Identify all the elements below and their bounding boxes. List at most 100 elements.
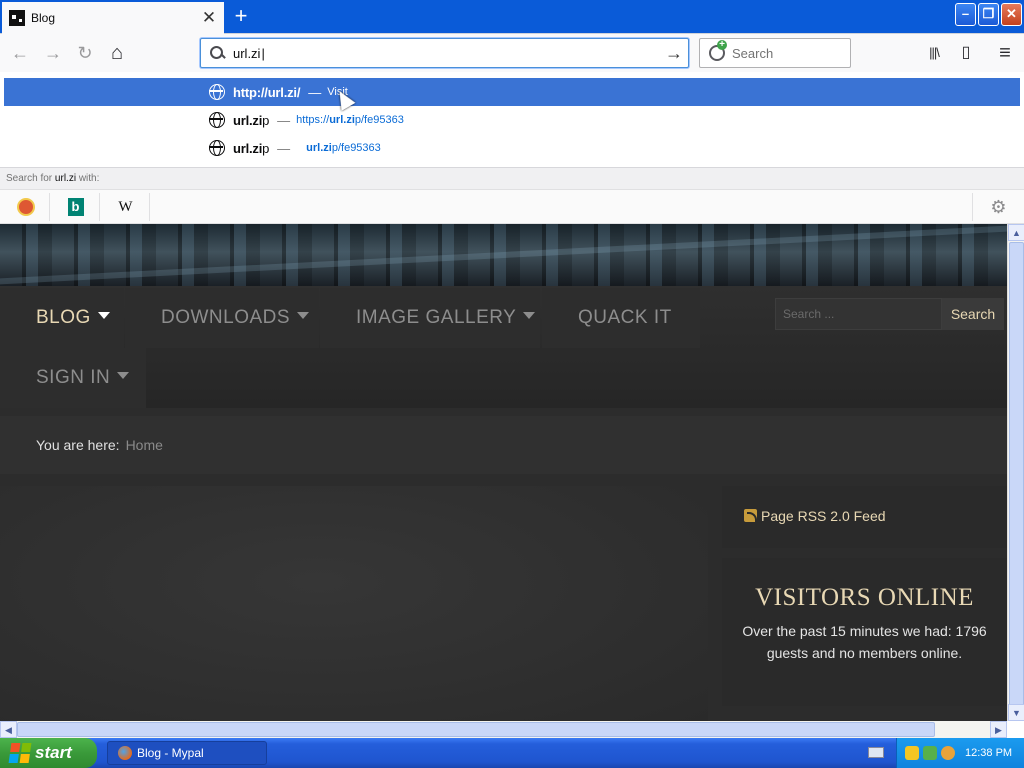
visitors-text: Over the past 15 minutes we had: 1796 gu… xyxy=(742,623,987,661)
result-separator: — xyxy=(308,84,322,100)
search-settings-icon[interactable]: ⚙ xyxy=(972,193,1024,221)
url-input[interactable]: url.zi xyxy=(233,46,660,61)
url-bar[interactable]: url.zi → xyxy=(200,38,689,68)
globe-icon xyxy=(209,140,225,156)
menu-item-label: DOWNLOADS xyxy=(161,307,291,328)
menu-item-quack-it[interactable]: QUACK IT xyxy=(542,288,700,348)
close-tab-icon[interactable]: ✕ xyxy=(198,7,220,29)
result-title-bold: url.zi xyxy=(233,112,263,128)
tab-title: Blog xyxy=(31,11,56,25)
search-tray-icon[interactable] xyxy=(941,746,955,760)
chevron-down-icon xyxy=(297,311,310,319)
scroll-left-button[interactable]: ◀ xyxy=(0,721,17,738)
go-arrow-icon[interactable]: → xyxy=(660,43,688,64)
new-tab-button[interactable]: + xyxy=(226,3,256,31)
autocomplete-popup: http://url.zi/ — Visit url.zip — https:/… xyxy=(0,72,1024,168)
bing-icon: b xyxy=(67,198,84,216)
search-for-term: url.zi xyxy=(54,173,77,184)
rss-label: Page RSS 2.0 Feed xyxy=(761,508,886,524)
menu-item-label: BLOG xyxy=(36,307,91,328)
forward-button[interactable]: → xyxy=(38,38,68,68)
minimize-button[interactable]: – xyxy=(955,3,976,26)
chevron-down-icon xyxy=(117,371,130,379)
menu-item-label: IMAGE GALLERY xyxy=(356,307,517,328)
taskbar: start Blog - Mypal 12:38 PM xyxy=(0,738,1024,768)
main-content xyxy=(0,486,708,721)
result-url-rest: p/fe95363 xyxy=(354,114,404,126)
browser-icon xyxy=(118,746,132,760)
scroll-down-button[interactable]: ▼ xyxy=(1008,704,1024,721)
sidebar-icon[interactable]: ▯ xyxy=(951,38,981,68)
reload-button[interactable]: ↻ xyxy=(70,38,100,68)
wikipedia-icon: W xyxy=(118,198,133,215)
breadcrumb-home-link[interactable]: Home xyxy=(126,437,163,453)
scroll-up-button[interactable]: ▲ xyxy=(1008,224,1024,241)
scroll-right-button[interactable]: ▶ xyxy=(990,721,1007,738)
close-window-button[interactable]: ✕ xyxy=(1001,3,1022,26)
search-for-suffix: with: xyxy=(76,173,100,184)
autocomplete-result[interactable]: url.zip — url.zi p/fe95363 xyxy=(4,134,1020,162)
menu-icon[interactable]: ≡ xyxy=(990,38,1020,68)
globe-icon xyxy=(209,84,225,100)
visitors-title: VISITORS ONLINE xyxy=(755,584,974,611)
menu-item-image-gallery[interactable]: IMAGE GALLERY xyxy=(320,288,540,348)
chevron-down-icon xyxy=(523,311,536,319)
web-page: BLOG DOWNLOADS IMAGE GALLERY QUACK IT SI… xyxy=(0,224,1007,721)
result-separator: — xyxy=(277,140,291,156)
windows-flag-icon xyxy=(8,743,32,763)
taskbar-item-browser[interactable]: Blog - Mypal xyxy=(107,741,267,765)
engine-bing[interactable]: b xyxy=(52,193,100,221)
add-search-engine-icon[interactable] xyxy=(709,40,727,61)
keyboard-icon[interactable] xyxy=(868,747,884,758)
site-banner xyxy=(0,224,1007,286)
site-search-input[interactable]: Search ... xyxy=(775,298,942,330)
search-input[interactable]: Search xyxy=(732,46,773,61)
result-title-rest: p xyxy=(262,112,270,128)
result-title-bold: http://url.zi/ xyxy=(233,84,301,100)
back-button[interactable]: ← xyxy=(5,38,35,68)
system-tray: 12:38 PM xyxy=(896,738,1024,768)
autocomplete-result[interactable]: http://url.zi/ — Visit xyxy=(4,78,1020,106)
menu-item-sign-in[interactable]: SIGN IN xyxy=(0,348,146,408)
network-icon[interactable] xyxy=(923,746,937,760)
taskbar-item-label: Blog - Mypal xyxy=(137,746,204,760)
result-url-rest: p/fe95363 xyxy=(331,142,381,154)
menu-item-label: SIGN IN xyxy=(36,367,111,388)
site-nav-menu: BLOG DOWNLOADS IMAGE GALLERY QUACK IT SI… xyxy=(0,286,1007,408)
result-title-bold: url.zi xyxy=(233,140,263,156)
engine-duckduckgo[interactable] xyxy=(2,193,50,221)
search-for-label: Search for url.zi with: xyxy=(0,168,1024,190)
result-url: https://url.zip/fe95363 xyxy=(296,114,404,126)
breadcrumb: You are here: Home xyxy=(0,416,1007,474)
vertical-scrollbar[interactable]: ▲ ▼ xyxy=(1007,224,1024,721)
menu-item-downloads[interactable]: DOWNLOADS xyxy=(125,288,319,348)
horizontal-scroll-thumb[interactable] xyxy=(17,722,935,737)
result-url-bold: url.zi xyxy=(329,114,355,126)
start-button[interactable]: start xyxy=(0,738,97,768)
library-icon[interactable]: |||\ xyxy=(919,38,949,68)
scrollbar-corner xyxy=(1007,721,1024,738)
horizontal-scrollbar[interactable]: ◀ ▶ xyxy=(0,721,1007,738)
result-title: url.zip xyxy=(233,113,269,128)
search-for-prefix: Search for xyxy=(6,173,55,184)
visitors-online-module: VISITORS ONLINE Over the past 15 minutes… xyxy=(722,558,1007,706)
security-shield-icon[interactable] xyxy=(905,746,919,760)
tab-blog[interactable]: Blog ✕ xyxy=(2,2,224,34)
engine-wikipedia[interactable]: W xyxy=(102,193,150,221)
result-url-prefix: https:// xyxy=(296,114,330,126)
autocomplete-result[interactable]: url.zip — https://url.zip/fe95363 xyxy=(4,106,1020,134)
search-bar[interactable]: Search xyxy=(699,38,851,68)
site-search-button[interactable]: Search xyxy=(942,298,1004,330)
one-off-search-engines: b W ⚙ xyxy=(0,190,1024,224)
home-button[interactable]: ⌂ xyxy=(102,38,132,68)
globe-icon xyxy=(209,112,225,128)
result-title: url.zip xyxy=(233,141,269,156)
result-title: http://url.zi/ xyxy=(233,85,300,100)
restore-button[interactable]: ❐ xyxy=(978,3,999,26)
rss-feed-link[interactable]: Page RSS 2.0 Feed xyxy=(722,486,1007,548)
window-controls: – ❐ ✕ xyxy=(955,3,1022,26)
vertical-scroll-thumb[interactable] xyxy=(1009,242,1024,712)
menu-item-blog[interactable]: BLOG xyxy=(0,288,124,348)
breadcrumb-label: You are here: xyxy=(36,437,120,453)
result-separator: — xyxy=(277,112,291,128)
